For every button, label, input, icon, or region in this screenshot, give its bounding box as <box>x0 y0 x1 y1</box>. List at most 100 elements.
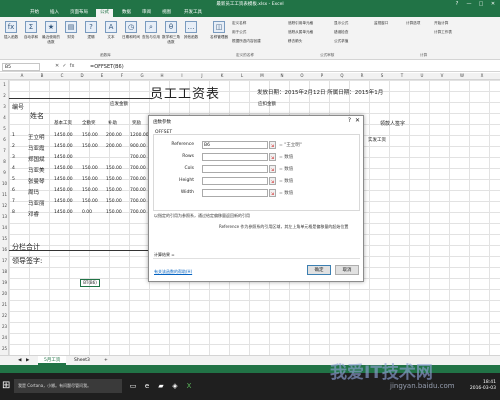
row-header[interactable]: 8 <box>0 159 9 164</box>
table-cell-v4[interactable]: 700.00 <box>130 177 146 182</box>
row-header[interactable]: 9 <box>0 170 9 175</box>
date-time-button[interactable]: ◷ 日期和时间 <box>122 21 140 40</box>
row-header[interactable]: 16 <box>0 247 9 252</box>
row-header[interactable]: 24 <box>0 335 9 340</box>
table-cell-v3[interactable]: 150.00 <box>106 199 122 204</box>
column-header[interactable]: R <box>352 73 372 78</box>
table-cell-v1[interactable]: 1450.00 <box>54 144 73 149</box>
arg-input-cols[interactable] <box>202 165 268 173</box>
table-cell-no[interactable]: 8 <box>12 210 15 215</box>
dialog-help-icon[interactable]: ? <box>348 117 351 124</box>
recent-functions-button[interactable]: ★ 最近使用的函数 <box>42 21 60 45</box>
column-header[interactable]: D <box>72 73 92 78</box>
column-header[interactable]: L <box>232 73 252 78</box>
cortana-search-box[interactable]: 我是 Cortana，小娜。有问题尽管问我。 <box>14 379 122 393</box>
table-cell-v2[interactable]: 150.00 <box>82 144 98 149</box>
table-cell-v1[interactable]: 1450.00 <box>54 155 73 160</box>
file-explorer-icon[interactable]: ▰ <box>156 381 166 391</box>
cancel-icon[interactable]: ✕ <box>55 63 59 69</box>
row-header[interactable]: 19 <box>0 280 9 285</box>
row-header[interactable]: 18 <box>0 269 9 274</box>
table-cell-v1[interactable]: 1450.00 <box>54 133 73 138</box>
table-cell-no[interactable]: 1 <box>12 133 15 138</box>
row-header[interactable]: 7 <box>0 148 9 153</box>
task-view-icon[interactable]: ▭ <box>128 381 138 391</box>
sheet-nav-next-icon[interactable]: ▶ <box>20 356 35 365</box>
function-help-link[interactable]: 有关该函数的帮助(H) <box>154 269 192 275</box>
column-header[interactable]: E <box>92 73 112 78</box>
table-cell-v4[interactable]: 700.00 <box>130 210 146 215</box>
ok-button[interactable]: 确定 <box>307 265 331 275</box>
range-select-icon[interactable]: ⇲ <box>269 177 276 185</box>
table-cell-v3[interactable]: 200.00 <box>106 133 122 138</box>
column-header[interactable]: B <box>32 73 52 78</box>
watch-window-button[interactable]: 监视窗口 <box>374 21 388 26</box>
add-sheet-icon[interactable]: + <box>98 356 114 365</box>
math-button[interactable]: θ 数学和三角函数 <box>162 21 180 45</box>
arg-input-height[interactable] <box>202 177 268 185</box>
fx-icon[interactable]: fx <box>70 63 75 69</box>
row-header[interactable]: 25 <box>0 346 9 351</box>
tab-insert[interactable]: 插入 <box>46 9 63 17</box>
column-header[interactable]: A <box>12 73 32 78</box>
row-header[interactable]: 13 <box>0 214 9 219</box>
calculation-options-button[interactable]: 计算选项 <box>406 21 420 26</box>
column-header[interactable]: I <box>172 73 192 78</box>
column-header[interactable]: V <box>432 73 452 78</box>
check-icon[interactable]: ✓ <box>62 63 66 69</box>
table-cell-v3[interactable]: 150.00 <box>106 166 122 171</box>
column-header[interactable]: F <box>112 73 132 78</box>
autosum-button[interactable]: Σ 自动求和 <box>22 21 40 40</box>
table-cell-no[interactable]: 6 <box>12 188 15 193</box>
name-manager-button[interactable]: ◫ 名称管理器 <box>210 21 228 40</box>
remove-arrows-button[interactable]: 移去箭头 <box>288 39 302 44</box>
table-cell-v1[interactable]: 1450.00 <box>54 199 73 204</box>
column-header[interactable]: T <box>392 73 412 78</box>
column-header[interactable]: S <box>372 73 392 78</box>
column-header[interactable]: W <box>452 73 472 78</box>
column-header[interactable]: M <box>252 73 272 78</box>
column-header[interactable]: J <box>192 73 212 78</box>
table-cell-no[interactable]: 4 <box>12 166 15 171</box>
dialog-close-icon[interactable]: ✕ <box>355 117 360 124</box>
help-button[interactable]: ? <box>452 0 462 8</box>
column-header[interactable]: O <box>292 73 312 78</box>
arg-input-rows[interactable] <box>202 153 268 161</box>
tab-data[interactable]: 数据 <box>118 9 135 17</box>
range-select-icon[interactable]: ⇲ <box>269 141 276 149</box>
tab-developer[interactable]: 开发工具 <box>180 9 206 17</box>
row-header[interactable]: 20 <box>0 291 9 296</box>
range-select-icon[interactable]: ⇲ <box>269 153 276 161</box>
range-select-icon[interactable]: ⇲ <box>269 165 276 173</box>
evaluate-formula-button[interactable]: 公式求值 <box>334 39 348 44</box>
table-cell-v3[interactable]: 150.00 <box>106 177 122 182</box>
define-name-button[interactable]: 定义名称 <box>232 21 246 26</box>
row-header[interactable]: 11 <box>0 192 9 197</box>
error-checking-button[interactable]: 错误检查 <box>334 30 348 35</box>
financial-button[interactable]: ▤ 财务 <box>62 21 80 40</box>
show-formulas-button[interactable]: 显示公式 <box>334 21 348 26</box>
table-cell-v4[interactable]: 700.00 <box>130 166 146 171</box>
table-cell-name[interactable]: 周玛 <box>28 188 39 196</box>
row-header[interactable]: 3 <box>0 104 9 109</box>
tab-view[interactable]: 视图 <box>158 9 175 17</box>
table-cell-v3[interactable]: 150.00 <box>106 188 122 193</box>
arg-input-width[interactable] <box>202 189 268 197</box>
store-icon[interactable]: ◈ <box>170 381 180 391</box>
table-cell-name[interactable]: 马亚美 <box>28 166 45 174</box>
table-cell-v4[interactable]: 700.00 <box>130 199 146 204</box>
row-header[interactable]: 15 <box>0 236 9 241</box>
arg-input-reference[interactable]: B6 <box>202 141 268 149</box>
column-header[interactable]: X <box>472 73 492 78</box>
trace-dependents-button[interactable]: 追踪从属单元格 <box>288 30 313 35</box>
table-cell-v1[interactable]: 1450.00 <box>54 177 73 182</box>
insert-function-button[interactable]: fx 插入函数 <box>2 21 20 40</box>
trace-precedents-button[interactable]: 追踪引用单元格 <box>288 21 313 26</box>
row-header[interactable]: 1 <box>0 82 9 87</box>
table-cell-no[interactable]: 7 <box>12 199 15 204</box>
table-cell-v1[interactable]: 1450.00 <box>54 210 73 215</box>
range-select-icon[interactable]: ⇲ <box>269 189 276 197</box>
excel-icon[interactable]: X <box>184 381 194 391</box>
row-header[interactable]: 14 <box>0 225 9 230</box>
row-header[interactable]: 5 <box>0 126 9 131</box>
